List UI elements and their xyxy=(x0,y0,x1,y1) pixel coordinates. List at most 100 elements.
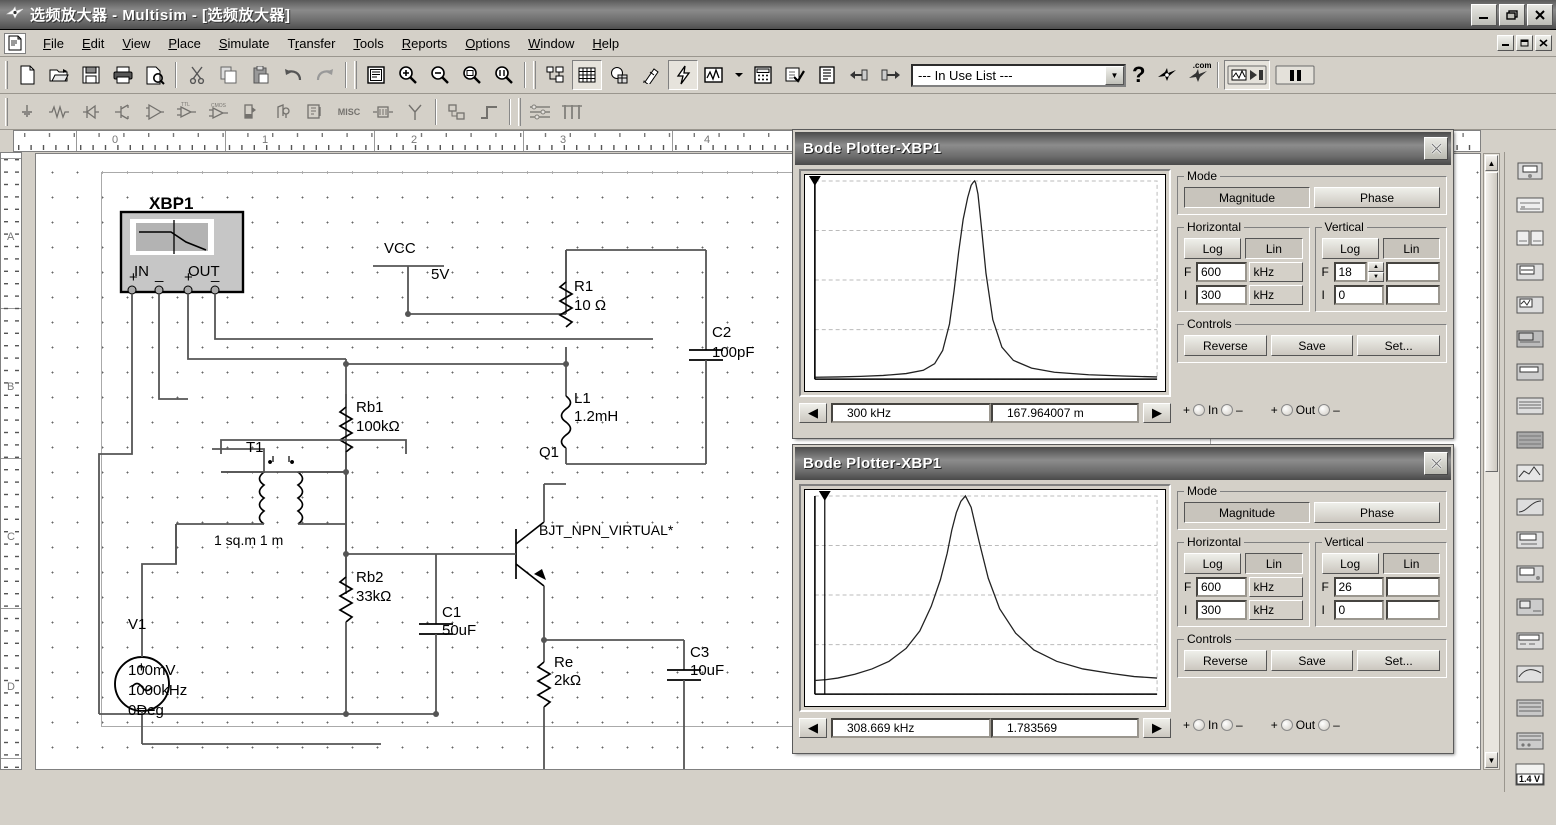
vertical-lin-button-1[interactable]: Lin xyxy=(1383,238,1440,259)
cursor-prev-button-1[interactable]: ◀ xyxy=(799,403,827,423)
rf-icon[interactable] xyxy=(400,97,430,127)
wattmeter-icon[interactable] xyxy=(1512,222,1548,255)
save-button-2[interactable]: Save xyxy=(1271,650,1354,671)
phase-button-1[interactable]: Phase xyxy=(1314,187,1440,208)
save-icon[interactable] xyxy=(76,60,106,90)
bode-close-button-2[interactable] xyxy=(1424,452,1448,475)
out-plus-terminal-1[interactable] xyxy=(1281,404,1293,416)
vertical-log-button-1[interactable]: Log xyxy=(1322,238,1379,259)
simulate-run-icon[interactable] xyxy=(1224,60,1270,90)
indicator-icon[interactable] xyxy=(300,97,330,127)
bode-graph-1[interactable] xyxy=(804,174,1166,392)
horizontal-lin-button-1[interactable]: Lin xyxy=(1245,238,1302,259)
zoom-out-icon[interactable] xyxy=(425,60,455,90)
basic-icon[interactable] xyxy=(44,97,74,127)
bode-graph-2[interactable] xyxy=(804,489,1166,707)
vertical-f-input-2[interactable]: 26 xyxy=(1334,577,1385,597)
toolbar-grip[interactable] xyxy=(518,98,521,126)
cut-icon[interactable] xyxy=(182,60,212,90)
misc-icon[interactable]: MISC xyxy=(332,97,366,127)
function-generator-icon[interactable] xyxy=(1512,189,1548,222)
close-button[interactable] xyxy=(1527,4,1553,26)
help-button[interactable]: ? xyxy=(1126,62,1151,88)
forward-annotate-icon[interactable] xyxy=(876,60,906,90)
detail-view-icon[interactable] xyxy=(557,97,587,127)
vertical-f-unit-2[interactable] xyxy=(1386,577,1440,597)
reverse-button-2[interactable]: Reverse xyxy=(1184,650,1267,671)
vertical-i-unit-1[interactable] xyxy=(1386,285,1440,305)
cmos-icon[interactable]: CMOS xyxy=(204,97,234,127)
horizontal-i-input-2[interactable]: 300 xyxy=(1196,600,1247,620)
four-channel-oscilloscope-icon[interactable] xyxy=(1512,289,1548,322)
list-view-icon[interactable] xyxy=(525,97,555,127)
paste-icon[interactable] xyxy=(246,60,276,90)
horizontal-lin-button-2[interactable]: Lin xyxy=(1245,553,1302,574)
phase-button-2[interactable]: Phase xyxy=(1314,502,1440,523)
horizontal-f-input-2[interactable]: 600 xyxy=(1196,577,1247,597)
mdi-close-button[interactable] xyxy=(1535,35,1552,51)
document-icon[interactable] xyxy=(4,33,26,54)
tektronix-oscilloscope-icon[interactable] xyxy=(1512,725,1548,758)
menu-simulate[interactable]: Simulate xyxy=(210,33,279,54)
magnitude-button-1[interactable]: Magnitude xyxy=(1184,187,1310,208)
in-minus-terminal-1[interactable] xyxy=(1221,404,1233,416)
vertical-f-input-1[interactable]: 18 xyxy=(1334,262,1368,282)
zoom-area-icon[interactable] xyxy=(457,60,487,90)
chevron-down-icon[interactable]: ▼ xyxy=(1105,66,1124,85)
toolbar-grip[interactable] xyxy=(533,61,536,89)
run-simulation-icon[interactable] xyxy=(668,60,698,90)
vertical-i-input-2[interactable]: 0 xyxy=(1334,600,1385,620)
menu-help[interactable]: Help xyxy=(583,33,628,54)
undo-icon[interactable] xyxy=(278,60,308,90)
print-preview-icon[interactable] xyxy=(140,60,170,90)
analog-icon[interactable] xyxy=(140,97,170,127)
logic-converter-icon[interactable] xyxy=(1512,457,1548,490)
vertical-i-unit-2[interactable] xyxy=(1386,600,1440,620)
frequency-counter-icon[interactable] xyxy=(1512,356,1548,389)
vertical-i-input-1[interactable]: 0 xyxy=(1334,285,1385,305)
out-minus-terminal-1[interactable] xyxy=(1318,404,1330,416)
mdi-restore-button[interactable] xyxy=(1516,35,1533,51)
horizontal-i-input-1[interactable]: 300 xyxy=(1196,285,1247,305)
menu-edit[interactable]: Edit xyxy=(73,33,113,54)
toolbar-grip[interactable] xyxy=(5,61,8,89)
horizontal-i-unit-1[interactable]: kHz xyxy=(1249,285,1303,305)
set-button-2[interactable]: Set... xyxy=(1357,650,1440,671)
back-annotate-icon[interactable] xyxy=(844,60,874,90)
set-button-1[interactable]: Set... xyxy=(1357,335,1440,356)
electrical-rules-check-icon[interactable] xyxy=(780,60,810,90)
diode-icon[interactable] xyxy=(76,97,106,127)
mdi-minimize-button[interactable] xyxy=(1497,35,1514,51)
out-minus-terminal-2[interactable] xyxy=(1318,719,1330,731)
transistor-icon[interactable] xyxy=(108,97,138,127)
menu-place[interactable]: Place xyxy=(159,33,210,54)
menu-reports[interactable]: Reports xyxy=(393,33,457,54)
bode-close-button-1[interactable] xyxy=(1424,137,1448,160)
toolbar-grip[interactable] xyxy=(354,61,357,89)
spectrum-analyzer-icon[interactable] xyxy=(1512,557,1548,590)
com-icon[interactable]: .com xyxy=(1184,60,1212,90)
grid-icon[interactable] xyxy=(572,60,602,90)
bode-plotter-window-1[interactable]: Bode Plotter-XBP1 Mode Magnitude Phase H… xyxy=(793,130,1453,438)
vertical-log-button-2[interactable]: Log xyxy=(1322,553,1379,574)
multimeter-icon[interactable] xyxy=(1512,155,1548,188)
iv-analyzer-icon[interactable] xyxy=(1512,490,1548,523)
postprocessor-icon[interactable] xyxy=(748,60,778,90)
hierarchy-icon[interactable] xyxy=(540,60,570,90)
in-minus-terminal-2[interactable] xyxy=(1221,719,1233,731)
bode-plotter-window-2[interactable]: Bode Plotter-XBP1 Mode Magnitude Phase H… xyxy=(793,445,1453,753)
menu-file[interactable]: FFileile xyxy=(34,33,73,54)
horizontal-f-unit-1[interactable]: kHz xyxy=(1249,262,1303,282)
cursor-prev-button-2[interactable]: ◀ xyxy=(799,718,827,738)
in-plus-terminal-1[interactable] xyxy=(1193,404,1205,416)
menu-window[interactable]: Window xyxy=(519,33,583,54)
word-generator-icon[interactable] xyxy=(1512,390,1548,423)
bode-plotter-icon[interactable] xyxy=(1512,323,1548,356)
multisim-help-icon[interactable] xyxy=(1152,60,1182,90)
canvas-vertical-scrollbar[interactable]: ▲ ▼ xyxy=(1483,153,1500,770)
measurement-probe-icon[interactable]: 1.4 V xyxy=(1512,759,1548,792)
restore-button[interactable] xyxy=(1499,4,1525,26)
minimize-button[interactable] xyxy=(1471,4,1497,26)
logic-analyzer-icon[interactable] xyxy=(1512,423,1548,456)
in-use-list-combo[interactable]: --- In Use List --- ▼ xyxy=(911,64,1126,87)
